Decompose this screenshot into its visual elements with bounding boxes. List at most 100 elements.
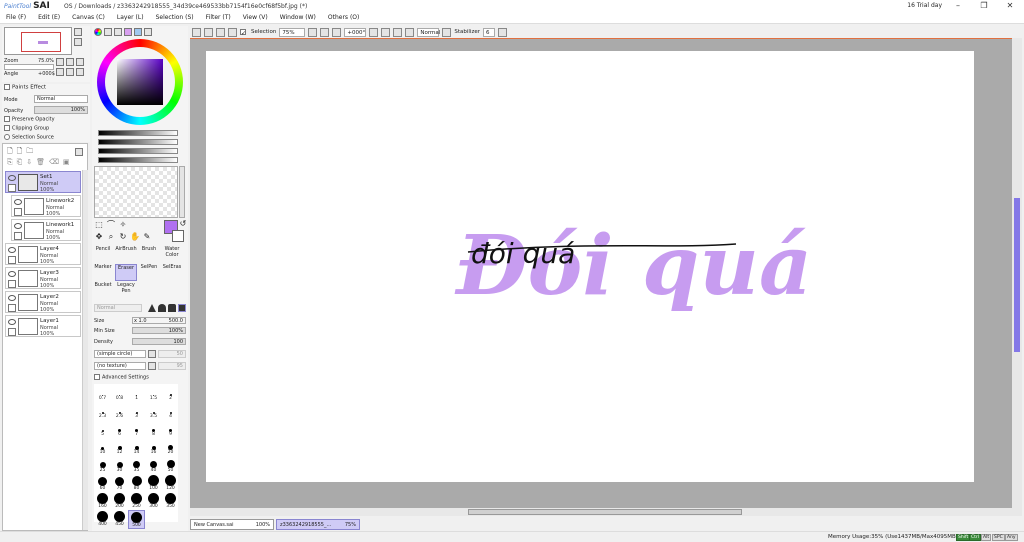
undo-button[interactable] — [192, 27, 201, 37]
select-rect-icon[interactable]: ⬚ — [94, 221, 104, 229]
shape-select[interactable]: (simple circle) — [94, 350, 146, 358]
brush-shape-round[interactable] — [158, 304, 166, 312]
brush-size-3.5[interactable]: 3.5 — [145, 402, 162, 421]
brush-seleras[interactable]: SelEras — [161, 264, 183, 281]
angle-dropdown-button[interactable] — [369, 27, 379, 37]
brush-size-200[interactable]: 200 — [111, 492, 128, 511]
invert-selection-button[interactable] — [228, 27, 237, 37]
advanced-row[interactable]: Advanced Settings — [92, 374, 186, 383]
brush-size-0.7[interactable]: 0.7 — [94, 384, 111, 403]
preserve-opacity-checkbox[interactable] — [4, 116, 10, 122]
brush-size-1[interactable]: 1 — [128, 384, 145, 403]
brush-size-100[interactable]: 100 — [145, 474, 162, 493]
density-slider[interactable]: 100 — [132, 338, 186, 345]
zoom-plus-button[interactable] — [320, 27, 330, 37]
lock-checkbox[interactable] — [14, 232, 22, 240]
stabilizer-select[interactable]: 6 — [483, 27, 495, 37]
pen-overlay-icon[interactable] — [236, 469, 246, 479]
brush-size-35[interactable]: 35 — [128, 456, 145, 475]
texture-strength[interactable]: 95 — [158, 362, 186, 370]
save-overlay-icon[interactable] — [250, 469, 260, 479]
rotate-left-button[interactable] — [56, 68, 64, 76]
hue-slider[interactable] — [98, 148, 178, 154]
lasso-icon[interactable]: ⌒ — [106, 221, 116, 229]
layer-mask-button[interactable] — [75, 148, 83, 156]
merge-icon[interactable]: ⇩ — [26, 158, 32, 167]
copy-layer-icon[interactable]: ⎘ — [7, 158, 13, 167]
brush-size-25[interactable]: 25 — [94, 456, 111, 475]
brush-size-6[interactable]: 6 — [111, 420, 128, 439]
layer-row-layer4[interactable]: Layer4 Normal 100% — [5, 243, 81, 265]
vertical-scroll-thumb[interactable] — [1014, 198, 1020, 352]
brush-size-350[interactable]: 350 — [162, 492, 179, 511]
zoom-in-overlay-icon[interactable] — [264, 469, 274, 479]
advanced-toggle[interactable] — [94, 374, 100, 380]
move-icon[interactable]: ✥ — [94, 233, 104, 241]
rotate-cw-button[interactable] — [393, 27, 403, 37]
canvas-area[interactable]: Đói quá đói quá — [190, 38, 1012, 516]
brush-size-120[interactable]: 120 — [162, 474, 179, 493]
zoom-minus-button[interactable] — [332, 27, 342, 37]
swatch-tab[interactable] — [144, 28, 152, 36]
brush-watercolor[interactable]: Water Color — [161, 246, 183, 263]
maximize-button[interactable]: ❐ — [974, 0, 994, 12]
navigator-preview[interactable] — [4, 27, 72, 55]
clear-layer-icon[interactable]: ⌫ — [49, 158, 59, 167]
brush-size-0.8[interactable]: 0.8 — [111, 384, 128, 403]
brush-size-40[interactable]: 40 — [145, 456, 162, 475]
shape-dropdown-button[interactable] — [148, 350, 156, 358]
canvas-paper[interactable]: Đói quá đói quá — [206, 51, 974, 482]
brush-size-160[interactable]: 160 — [94, 492, 111, 511]
eye-icon[interactable] — [14, 223, 22, 229]
secondary-color-swatch[interactable] — [172, 230, 184, 242]
saturation-slider[interactable] — [98, 139, 178, 145]
stabilizer-dropdown-button[interactable] — [498, 27, 507, 37]
brush-size-2.6[interactable]: 2.6 — [111, 402, 128, 421]
brush-size-70[interactable]: 70 — [111, 474, 128, 493]
selection-source-radio[interactable] — [4, 134, 10, 140]
menu-others[interactable]: Others (O) — [328, 14, 359, 21]
brush-size-30[interactable]: 30 — [111, 456, 128, 475]
layer-row-layer3[interactable]: Layer3 Normal 100% — [5, 267, 81, 289]
swatch-scrollbar[interactable] — [179, 166, 185, 218]
color-wheel[interactable] — [97, 39, 183, 125]
menu-selection[interactable]: Selection (S) — [156, 14, 194, 21]
undo-overlay-icon[interactable] — [208, 469, 218, 479]
zoom-fit-button[interactable] — [65, 58, 74, 66]
zoom-in-button[interactable] — [74, 28, 82, 36]
mode-select[interactable]: Normal — [34, 95, 88, 103]
brush-shape-sharp[interactable] — [148, 304, 156, 312]
eye-icon[interactable] — [8, 247, 16, 253]
blend-mode-select[interactable]: Normal — [94, 304, 142, 312]
brush-size-80[interactable]: 80 — [128, 474, 145, 493]
brush-size-400[interactable]: 400 — [94, 510, 111, 529]
rotate-ccw-button[interactable] — [381, 27, 391, 37]
eye-icon[interactable] — [8, 295, 16, 301]
vertical-scrollbar[interactable] — [1012, 38, 1022, 516]
brush-size-450[interactable]: 450 — [111, 510, 128, 529]
brush-shape-square[interactable] — [178, 304, 186, 312]
horizontal-scroll-thumb[interactable] — [468, 509, 742, 515]
redo-overlay-icon[interactable] — [222, 469, 232, 479]
brush-size-1.5[interactable]: 1.5 — [145, 384, 162, 403]
brush-brush[interactable]: Brush — [138, 246, 160, 263]
texture-dropdown-button[interactable] — [148, 362, 156, 370]
brush-size-8[interactable]: 8 — [145, 420, 162, 439]
brush-size-2.3[interactable]: 2.3 — [94, 402, 111, 421]
layer-row-layer1[interactable]: Layer1 Normal 100% — [5, 315, 81, 337]
delete-layer-icon[interactable]: 🗑 — [36, 158, 45, 167]
brush-size-7[interactable]: 7 — [128, 420, 145, 439]
magic-wand-icon[interactable]: ✧ — [118, 221, 128, 229]
brush-marker[interactable]: Marker — [92, 264, 114, 281]
eye-icon[interactable] — [8, 271, 16, 277]
mixer-tab[interactable] — [134, 28, 142, 36]
flip-button[interactable] — [405, 27, 415, 37]
layer-row-layer2[interactable]: Layer2 Normal 100% — [5, 291, 81, 313]
brush-selpen[interactable]: SelPen — [138, 264, 160, 281]
brush-size-20[interactable]: 20 — [162, 438, 179, 457]
pen-icon[interactable] — [8, 184, 16, 192]
transfer-icon[interactable]: ⎗ — [17, 158, 23, 167]
angle-select[interactable]: +000° — [344, 27, 367, 37]
brush-eraser[interactable]: Eraser — [115, 264, 137, 281]
brightness-slider[interactable] — [98, 130, 178, 136]
